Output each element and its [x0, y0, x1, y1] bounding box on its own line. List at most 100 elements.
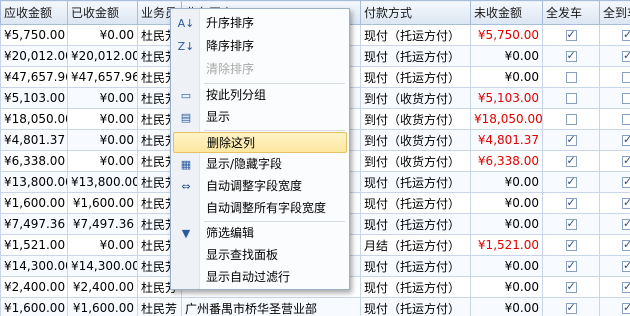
all-arrived-checkbox[interactable]	[622, 49, 630, 62]
cell-unpaid-amount[interactable]: ¥1,521.00	[470, 234, 543, 256]
cell-paid-amount[interactable]: ¥0.00	[67, 24, 138, 46]
column-header-due-amount[interactable]: 应收金额	[0, 0, 68, 25]
cell-payment-method[interactable]: 到付（收货方付）	[360, 150, 471, 172]
column-header-paid-amount[interactable]: 已收金额	[67, 0, 138, 25]
all-arrived-checkbox[interactable]	[622, 72, 630, 83]
all-sent-checkbox[interactable]	[565, 49, 577, 62]
all-sent-checkbox[interactable]	[565, 72, 577, 83]
all-arrived-checkbox[interactable]	[622, 133, 630, 146]
menu-item-auto-fit-column[interactable]: ⇔ 自动调整字段宽度	[173, 176, 347, 197]
cell-payment-method[interactable]: 月结（托运方付）	[360, 234, 471, 256]
all-sent-checkbox[interactable]	[565, 217, 577, 230]
cell-unpaid-amount[interactable]: ¥0.00	[470, 276, 543, 298]
cell-payment-method[interactable]: 现付（托运方付）	[360, 276, 471, 298]
cell-due-amount[interactable]: ¥1,600.00	[0, 297, 68, 316]
all-sent-checkbox[interactable]	[565, 301, 577, 314]
menu-item-auto-fit-all-columns[interactable]: 自动调整所有字段宽度	[173, 198, 347, 219]
cell-branch[interactable]: 广州番禺市桥华圣营业部	[181, 297, 361, 316]
cell-unpaid-amount[interactable]: ¥0.00	[470, 171, 543, 193]
all-sent-checkbox[interactable]	[565, 154, 577, 167]
cell-payment-method[interactable]: 现付（托运方付）	[360, 213, 471, 235]
cell-paid-amount[interactable]: ¥0.00	[67, 234, 138, 256]
cell-unpaid-amount[interactable]: ¥4,801.37	[470, 129, 543, 151]
cell-due-amount[interactable]: ¥1,521.00	[0, 234, 68, 256]
cell-payment-method[interactable]: 现付（托运方付）	[360, 297, 471, 316]
menu-item-sort-descending[interactable]: Z↓ 降序排序	[173, 36, 347, 57]
all-arrived-checkbox[interactable]	[622, 93, 630, 104]
cell-due-amount[interactable]: ¥14,300.00	[0, 255, 68, 277]
all-sent-checkbox[interactable]	[565, 175, 577, 188]
cell-due-amount[interactable]: ¥1,600.00	[0, 192, 68, 214]
menu-item-show-find-panel[interactable]: 显示查找面板	[173, 245, 347, 266]
cell-payment-method[interactable]: 现付（托运方付）	[360, 24, 471, 46]
all-sent-checkbox[interactable]	[565, 196, 577, 209]
column-header-all-arrived[interactable]: 全到车	[599, 0, 630, 25]
all-sent-checkbox[interactable]	[565, 133, 577, 146]
cell-payment-method[interactable]: 到付（收货方付）	[360, 87, 471, 109]
cell-payment-method[interactable]: 现付（托运方付）	[360, 171, 471, 193]
cell-due-amount[interactable]: ¥18,050.00	[0, 108, 68, 130]
cell-due-amount[interactable]: ¥5,750.00	[0, 24, 68, 46]
cell-due-amount[interactable]: ¥5,103.00	[0, 87, 68, 109]
all-sent-checkbox[interactable]	[565, 280, 577, 293]
menu-item-show-hide-fields[interactable]: ▦ 显示/隐藏字段	[173, 154, 347, 175]
cell-paid-amount[interactable]: ¥1,600.00	[67, 192, 138, 214]
cell-due-amount[interactable]: ¥4,801.37	[0, 129, 68, 151]
cell-due-amount[interactable]: ¥13,800.00	[0, 171, 68, 193]
menu-item-show-auto-filter-row[interactable]: 显示自动过滤行	[173, 267, 347, 288]
all-arrived-checkbox[interactable]	[622, 280, 630, 293]
all-sent-checkbox[interactable]	[565, 114, 577, 125]
column-header-payment-method[interactable]: 付款方式	[360, 0, 471, 25]
cell-due-amount[interactable]: ¥20,012.00	[0, 45, 68, 67]
cell-paid-amount[interactable]: ¥2,400.00	[67, 276, 138, 298]
menu-item-group-by-column[interactable]: ▭ 按此列分组	[173, 85, 347, 106]
all-sent-checkbox[interactable]	[565, 238, 577, 251]
all-arrived-checkbox[interactable]	[622, 259, 630, 272]
cell-paid-amount[interactable]: ¥47,657.96	[67, 66, 138, 88]
all-arrived-checkbox[interactable]	[622, 175, 630, 188]
cell-paid-amount[interactable]: ¥0.00	[67, 129, 138, 151]
all-sent-checkbox[interactable]	[565, 93, 577, 104]
cell-due-amount[interactable]: ¥47,657.96	[0, 66, 68, 88]
all-arrived-checkbox[interactable]	[622, 114, 630, 125]
cell-unpaid-amount[interactable]: ¥5,750.00	[470, 24, 543, 46]
column-header-all-sent[interactable]: 全发车	[542, 0, 600, 25]
cell-unpaid-amount[interactable]: ¥0.00	[470, 45, 543, 67]
cell-paid-amount[interactable]: ¥0.00	[67, 108, 138, 130]
cell-paid-amount[interactable]: ¥1,600.00	[67, 297, 138, 316]
all-arrived-checkbox[interactable]	[622, 196, 630, 209]
menu-item-delete-column[interactable]: 删除这列	[173, 132, 347, 153]
cell-payment-method[interactable]: 现付（托运方付）	[360, 192, 471, 214]
cell-payment-method[interactable]: 现付（托运方付）	[360, 45, 471, 67]
menu-item-clear-sort[interactable]: 清除排序	[173, 59, 347, 80]
all-arrived-checkbox[interactable]	[622, 238, 630, 251]
column-header-unpaid-amount[interactable]: 未收金额	[470, 0, 543, 25]
cell-paid-amount[interactable]: ¥14,300.00	[67, 255, 138, 277]
cell-payment-method[interactable]: 现付（托运方付）	[360, 66, 471, 88]
cell-unpaid-amount[interactable]: ¥0.00	[470, 192, 543, 214]
cell-unpaid-amount[interactable]: ¥0.00	[470, 297, 543, 316]
all-sent-checkbox[interactable]	[565, 28, 577, 41]
cell-unpaid-amount[interactable]: ¥0.00	[470, 213, 543, 235]
cell-paid-amount[interactable]: ¥0.00	[67, 150, 138, 172]
cell-unpaid-amount[interactable]: ¥18,050.00	[470, 108, 543, 130]
cell-unpaid-amount[interactable]: ¥6,338.00	[470, 150, 543, 172]
menu-item-filter-editor[interactable]: ▼ 筛选编辑	[173, 223, 347, 244]
menu-item-show[interactable]: ▤ 显示	[173, 107, 347, 128]
cell-unpaid-amount[interactable]: ¥5,103.00	[470, 87, 543, 109]
cell-payment-method[interactable]: 到付（收货方付）	[360, 108, 471, 130]
cell-paid-amount[interactable]: ¥20,012.00	[67, 45, 138, 67]
all-arrived-checkbox[interactable]	[622, 28, 630, 41]
cell-due-amount[interactable]: ¥2,400.00	[0, 276, 68, 298]
all-arrived-checkbox[interactable]	[622, 154, 630, 167]
cell-paid-amount[interactable]: ¥0.00	[67, 87, 138, 109]
cell-paid-amount[interactable]: ¥13,800.00	[67, 171, 138, 193]
cell-due-amount[interactable]: ¥7,497.36	[0, 213, 68, 235]
all-sent-checkbox[interactable]	[565, 259, 577, 272]
cell-payment-method[interactable]: 到付（收货方付）	[360, 129, 471, 151]
cell-salesperson[interactable]: 杜民芳	[137, 297, 182, 316]
cell-unpaid-amount[interactable]: ¥0.00	[470, 255, 543, 277]
cell-payment-method[interactable]: 现付（托运方付）	[360, 255, 471, 277]
cell-due-amount[interactable]: ¥6,338.00	[0, 150, 68, 172]
menu-item-sort-ascending[interactable]: A↓ 升序排序	[173, 13, 347, 34]
